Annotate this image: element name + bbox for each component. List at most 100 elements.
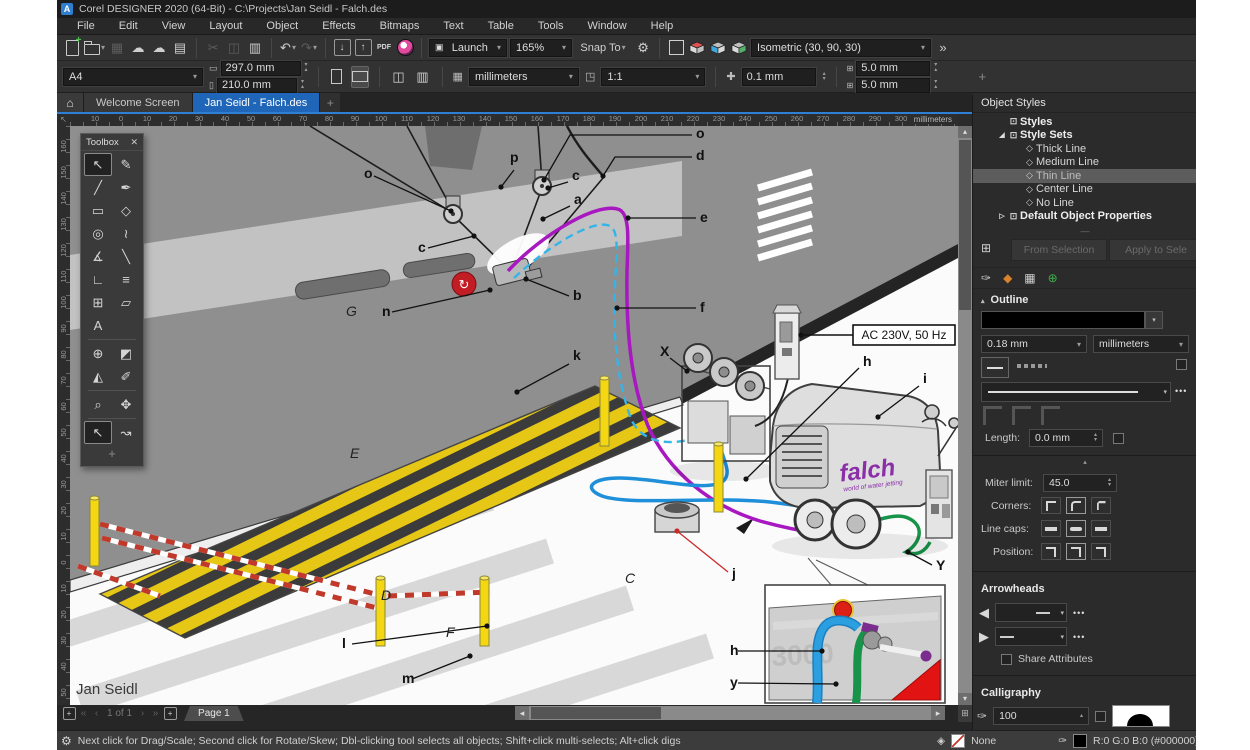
tree-item-default-object-properties[interactable]: ▷ ⊡ Default Object Properties bbox=[973, 210, 1196, 224]
perspective-tool[interactable]: ⊕ bbox=[84, 342, 112, 365]
new-style-set-icon[interactable]: ⊞ bbox=[981, 241, 991, 255]
menu-text[interactable]: Text bbox=[431, 20, 475, 32]
position-outside-button[interactable] bbox=[1041, 543, 1061, 560]
publish-pdf-button[interactable]: PDF bbox=[375, 38, 393, 58]
length-checkbox[interactable] bbox=[1113, 433, 1124, 444]
cap-square-button[interactable] bbox=[1091, 520, 1111, 537]
launch-dropdown[interactable]: ▣ Launch ▾ bbox=[428, 37, 509, 58]
page-tab[interactable]: Page 1 bbox=[184, 706, 244, 721]
outline-color-dropdown[interactable]: ▾ bbox=[1145, 311, 1163, 329]
transparency-properties-icon[interactable]: ▦ bbox=[1024, 271, 1035, 285]
extrude-tool[interactable]: ◩ bbox=[112, 342, 140, 365]
menu-tools[interactable]: Tools bbox=[526, 20, 576, 32]
cap-butt-button[interactable] bbox=[1041, 520, 1061, 537]
horizontal-scrollbar-thumb[interactable] bbox=[531, 707, 661, 719]
add-property-icon[interactable]: ⊕ bbox=[1048, 271, 1058, 285]
eyedropper-tool[interactable]: ✐ bbox=[112, 365, 140, 388]
menu-effects[interactable]: Effects bbox=[310, 20, 367, 32]
text-tool[interactable]: A bbox=[84, 314, 112, 337]
outline-section-header[interactable]: ▴ Outline bbox=[973, 294, 1196, 306]
portrait-button[interactable] bbox=[329, 67, 345, 87]
projected-axes-z-button[interactable] bbox=[730, 38, 748, 58]
position-inside-button[interactable] bbox=[1091, 543, 1111, 560]
rectangle-tool[interactable]: ▭ bbox=[84, 199, 112, 222]
spacer[interactable] bbox=[112, 314, 140, 337]
duplicate-y-spinner[interactable]: ▾ ▴ bbox=[934, 79, 937, 90]
fill-properties-icon[interactable]: ◆ bbox=[1003, 271, 1012, 285]
add-control-button[interactable]: + bbox=[973, 67, 991, 87]
cap-round-button[interactable] bbox=[1066, 520, 1086, 537]
tree-item-thin-line[interactable]: ◇ Thin Line bbox=[973, 169, 1196, 183]
outline-units-combo[interactable]: millimeters ▾ bbox=[1093, 335, 1189, 353]
projected-axes-x-button[interactable] bbox=[688, 38, 706, 58]
scroll-right-icon[interactable]: ▸ bbox=[931, 706, 945, 720]
vertical-scrollbar-thumb[interactable] bbox=[959, 140, 971, 310]
first-page-button[interactable]: « bbox=[77, 708, 90, 719]
save-button[interactable]: ▦ bbox=[108, 38, 126, 58]
corel-cloud-button[interactable] bbox=[396, 38, 414, 58]
tree-item-style-sets[interactable]: ◢ ⊡ Style Sets bbox=[973, 129, 1196, 143]
drawing-scale-combo[interactable]: 1:1 ▾ bbox=[600, 66, 707, 87]
menu-file[interactable]: File bbox=[65, 20, 107, 32]
new-tab-button[interactable]: + bbox=[320, 93, 341, 112]
status-gear-icon[interactable]: ⚙ bbox=[61, 734, 72, 748]
scroll-up-icon[interactable]: ▴ bbox=[958, 126, 972, 138]
document-navigator-button[interactable]: ⊞ bbox=[958, 705, 972, 722]
menu-edit[interactable]: Edit bbox=[107, 20, 150, 32]
export-button[interactable]: ↑ bbox=[354, 38, 372, 58]
tree-item-thick-line[interactable]: ◇ Thick Line bbox=[973, 142, 1196, 156]
dimension-tool[interactable]: ∡ bbox=[84, 245, 112, 268]
redo-button[interactable]: ↷ ▾ bbox=[300, 38, 318, 58]
line-tool[interactable]: ╲ bbox=[112, 245, 140, 268]
table-tool[interactable]: ⊞ bbox=[84, 291, 112, 314]
drawing-canvas[interactable]: ↻ AC 230V, 50 Hz falch world of water je… bbox=[57, 125, 960, 750]
horizontal-scrollbar[interactable]: ◂ ▸ bbox=[515, 706, 945, 720]
tree-item-styles[interactable]: ⊡ Styles bbox=[973, 115, 1196, 129]
outline-properties-icon[interactable]: ✑ bbox=[981, 271, 991, 285]
bspline-tool[interactable]: ≀ bbox=[112, 222, 140, 245]
tree-item-center-line[interactable]: ◇ Center Line bbox=[973, 183, 1196, 197]
home-tab-button[interactable]: ⌂ bbox=[57, 93, 84, 112]
page-width-spinner[interactable]: ▾ ▴ bbox=[305, 62, 308, 73]
page-size-preset-combo[interactable]: A4 ▾ bbox=[62, 66, 204, 87]
cylinder-tool[interactable]: ≡ bbox=[112, 268, 140, 291]
menu-table[interactable]: Table bbox=[476, 20, 526, 32]
position-centered-button[interactable] bbox=[1066, 543, 1086, 560]
page-height-field[interactable]: 210.0 mm bbox=[215, 76, 298, 94]
previous-page-button[interactable]: ‹ bbox=[90, 708, 103, 719]
end-arrowhead-dropdown[interactable]: ▾ bbox=[995, 627, 1067, 646]
curve-tool[interactable]: ✎ bbox=[112, 153, 140, 176]
tree-expand-icon[interactable]: ◢ bbox=[997, 131, 1007, 139]
toolbox-close-icon[interactable]: ✕ bbox=[130, 137, 138, 148]
cloud-download-button[interactable]: ☁ bbox=[129, 38, 147, 58]
tree-expand-icon[interactable]: ▷ bbox=[997, 212, 1007, 220]
corner-miter-button[interactable] bbox=[1041, 497, 1061, 514]
pick-tool-2[interactable]: ↖ bbox=[84, 421, 112, 444]
outline-width-combo[interactable]: 0.18 mm ▾ bbox=[981, 335, 1087, 353]
start-arrowhead-options[interactable]: ••• bbox=[1073, 608, 1085, 618]
shape-tool[interactable]: ▱ bbox=[112, 291, 140, 314]
page-width-field[interactable]: 297.0 mm bbox=[219, 59, 302, 77]
from-selection-button[interactable]: From Selection bbox=[1011, 239, 1107, 261]
drawing-plane-combo[interactable]: Isometric (30, 90, 30) ▾ bbox=[750, 37, 933, 58]
menu-object[interactable]: Object bbox=[254, 20, 310, 32]
nudge-spinner[interactable]: ▴ ▾ bbox=[823, 71, 826, 82]
line-style-dropdown[interactable]: ▾ bbox=[981, 382, 1171, 402]
paste-button[interactable]: ▥ bbox=[246, 38, 264, 58]
tab-welcome-screen[interactable]: Welcome Screen bbox=[84, 93, 193, 112]
outline-color-swatch[interactable] bbox=[981, 311, 1145, 329]
import-button[interactable]: ↓ bbox=[333, 38, 351, 58]
duplicate-x-spinner[interactable]: ▾ ▴ bbox=[934, 62, 937, 73]
menu-bitmaps[interactable]: Bitmaps bbox=[368, 20, 432, 32]
tree-item-medium-line[interactable]: ◇ Medium Line bbox=[973, 156, 1196, 170]
menu-layout[interactable]: Layout bbox=[197, 20, 254, 32]
pen-tool[interactable]: ✒ bbox=[112, 176, 140, 199]
start-arrowhead-dropdown[interactable]: ▾ bbox=[995, 603, 1067, 622]
all-pages-button[interactable]: ◫ bbox=[390, 67, 408, 87]
projected-axes-y-button[interactable] bbox=[709, 38, 727, 58]
freehand-pick-tool[interactable]: ↝ bbox=[112, 421, 140, 444]
circle-tool[interactable]: ◎ bbox=[84, 222, 112, 245]
menu-view[interactable]: View bbox=[150, 20, 198, 32]
horizontal-ruler[interactable]: millimeters 10 0 10 20 30 40 50 60 70 80 90 100 110 1… bbox=[70, 114, 958, 126]
two-point-line-tool[interactable]: ╱ bbox=[84, 176, 112, 199]
